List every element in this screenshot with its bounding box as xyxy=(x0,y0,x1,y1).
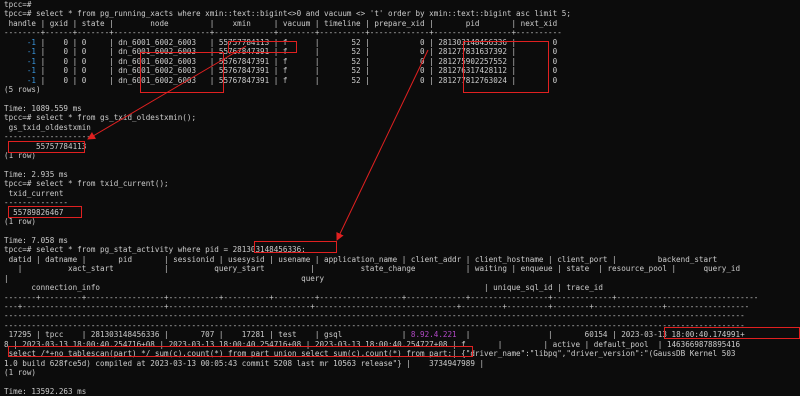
terminal-line: select /*+no tablescan(part) */ sum(c),c… xyxy=(4,349,736,359)
terminal-line: (5 rows) xyxy=(4,84,41,94)
terminal-line: Time: 7.058 ms xyxy=(4,235,69,245)
terminal-line: Time: 2.935 ms xyxy=(4,169,69,179)
terminal-line: ---+-------------------------------+----… xyxy=(4,302,750,311)
terminal-line: 1.0 build 628fce5d) compiled at 2023-03-… xyxy=(4,358,485,368)
terminal-window[interactable]: tpcc=# tpcc=# select * from pg_running_xa… xyxy=(4,0,800,396)
terminal-line: -------+---------+-----------------+----… xyxy=(4,292,759,302)
terminal-line: | xact_start | query_start | state_chang… xyxy=(4,264,741,274)
terminal-line: txid_current xyxy=(4,188,64,198)
terminal-line: Time: 13592.263 ms xyxy=(4,386,87,396)
terminal-line: -1 | 0 | 0 | dn_6001_6002_6003 | 5576784… xyxy=(26,75,558,85)
terminal-line: 17295 | tpcc | 281303148456336 | 707 | 1… xyxy=(4,330,745,340)
terminal-line: tpcc=# select * from txid_current(); xyxy=(4,179,169,189)
terminal-line: (1 row) xyxy=(4,217,37,227)
terminal-line: tpcc=# select * from pg_running_xacts wh… xyxy=(4,9,571,19)
terminal-line: 8 | 2023-03-13 18:00:40.254716+08 | 2023… xyxy=(4,339,741,349)
terminal-line: -1 | 0 | 0 | dn_6001_6002_6003 | 5575778… xyxy=(26,37,558,47)
terminal-line: --------+------+-------+----------------… xyxy=(4,28,562,38)
terminal-line: tpcc=# select * from pg_stat_activity wh… xyxy=(4,245,306,255)
terminal-line: -1 | 0 | 0 | dn_6001_6002_6003 | 5576784… xyxy=(26,56,558,66)
client-addr-value: 8.92.4.221 xyxy=(410,330,457,340)
terminal-line: -------------- xyxy=(4,198,69,208)
terminal-line: handle | gxid | state | node | xmin | va… xyxy=(4,18,558,28)
terminal-line: 55757784113 xyxy=(4,141,87,151)
terminal-line: -1 | 0 | 0 | dn_6001_6002_6003 | 5576784… xyxy=(26,66,558,76)
terminal-line: -------------------- xyxy=(4,132,96,142)
terminal-line: Time: 1089.559 ms xyxy=(4,103,82,113)
terminal-line: ----------------------------------------… xyxy=(4,311,745,321)
terminal-line: ----------------------------------------… xyxy=(4,320,745,330)
terminal-line: (1 row) xyxy=(4,151,37,160)
terminal-line: tpcc=# select * from gs_txid_oldestxmin(… xyxy=(4,113,197,123)
terminal-line: 55789826467 xyxy=(4,207,64,217)
terminal-line: tpcc=# xyxy=(4,0,32,9)
terminal-line: datid | datname | pid | sessionid | uses… xyxy=(4,254,718,264)
terminal-line: (1 row) xyxy=(4,368,37,378)
terminal-line: gs_txid_oldestxmin xyxy=(4,122,91,132)
terminal-line: -1 | 0 | 0 | dn_6001_6002_6003 | 5576784… xyxy=(26,47,558,57)
terminal-line: | query xyxy=(4,273,325,283)
terminal-line: connection_info | unique_sql_id | trace_… xyxy=(4,283,603,293)
